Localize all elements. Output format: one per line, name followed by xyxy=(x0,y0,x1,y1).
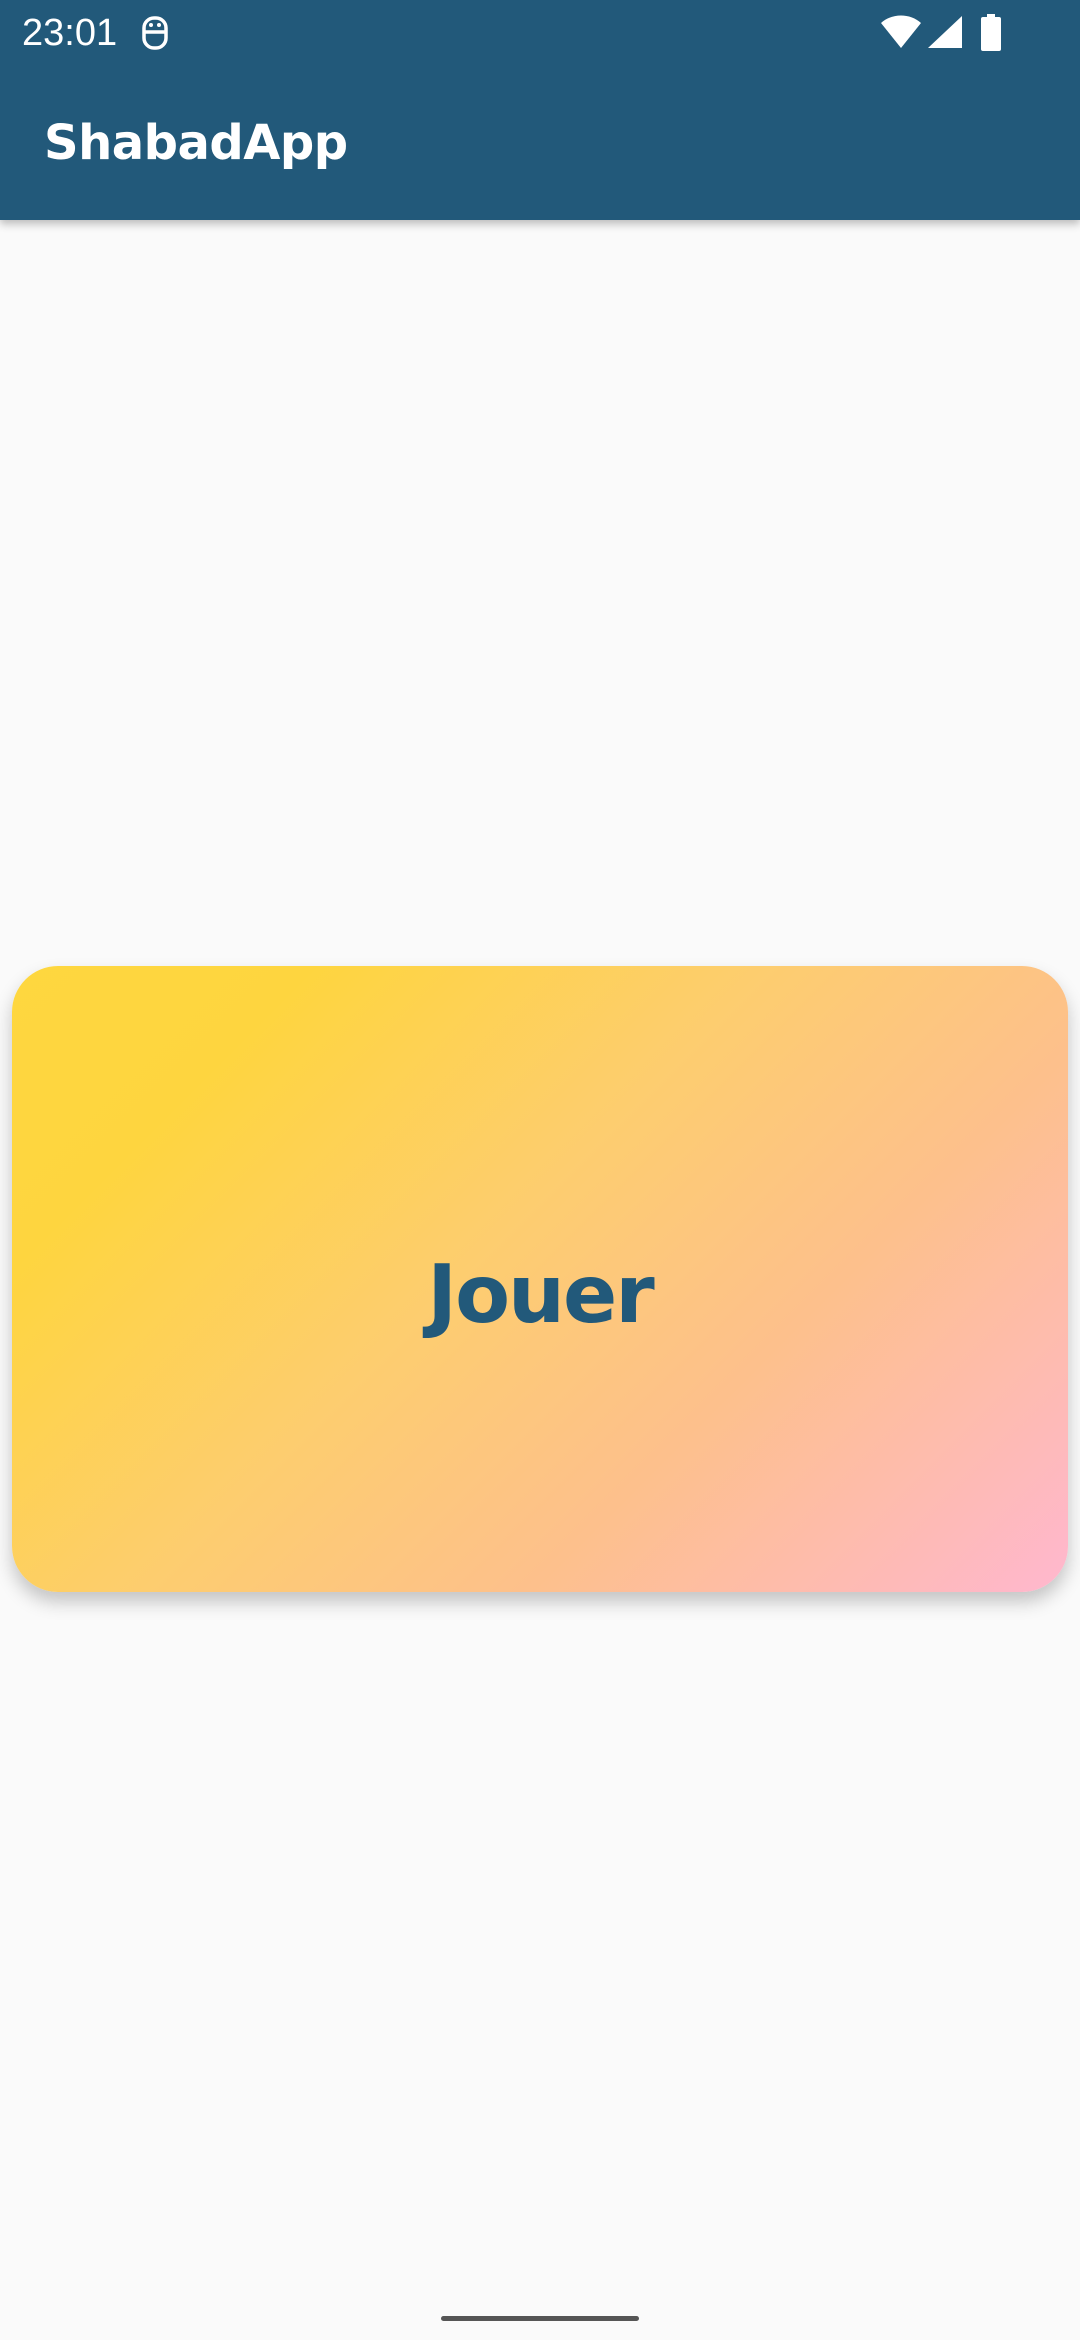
app-header: 23:01 ShabadApp xyxy=(0,0,1080,220)
cellular-signal-icon xyxy=(926,14,964,50)
app-notification-icon xyxy=(140,14,170,52)
battery-icon xyxy=(980,14,1002,52)
wifi-icon xyxy=(880,14,922,50)
home-gesture-bar[interactable] xyxy=(441,2316,639,2321)
app-title: ShabadApp xyxy=(44,115,348,171)
status-time: 23:01 xyxy=(22,12,118,54)
play-button-label: Jouer xyxy=(427,1247,654,1341)
play-button[interactable]: Jouer xyxy=(12,966,1068,1592)
status-bar: 23:01 xyxy=(0,0,1080,66)
